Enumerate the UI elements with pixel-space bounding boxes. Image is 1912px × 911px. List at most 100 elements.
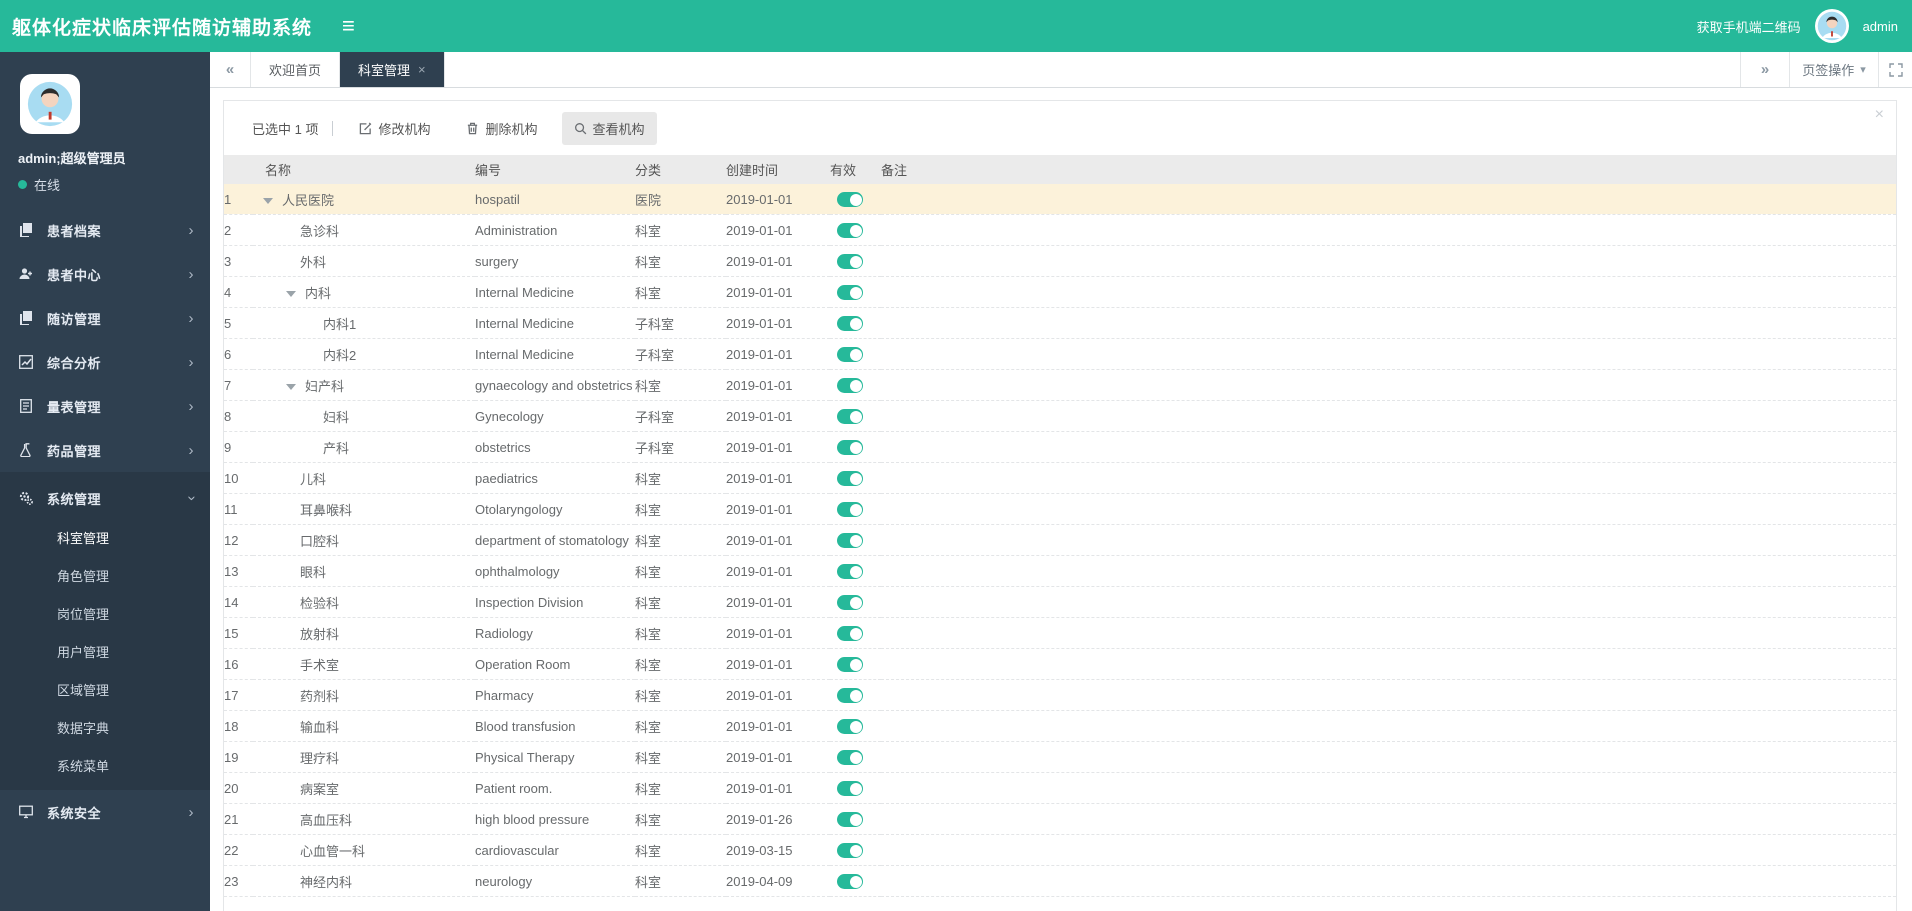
sidebar-subitem-role-mgmt[interactable]: 角色管理 bbox=[0, 556, 210, 594]
table-row[interactable]: 16 手术室 Operation Room 科室 2019-01-01 bbox=[224, 648, 1896, 680]
dept-name-cell: 眼科 bbox=[253, 555, 475, 587]
view-org-button[interactable]: 查看机构 bbox=[561, 111, 657, 145]
doctor-avatar-icon bbox=[1817, 11, 1846, 41]
tabs-scroll-right-button[interactable]: » bbox=[1740, 52, 1789, 87]
active-toggle[interactable] bbox=[837, 750, 863, 766]
table-row[interactable]: 3 外科 surgery 科室 2019-01-01 bbox=[224, 245, 1896, 277]
user-avatar[interactable] bbox=[1814, 9, 1849, 43]
table-row[interactable]: 21 高血压科 high blood pressure 科室 2019-01-26 bbox=[224, 803, 1896, 835]
table-row[interactable]: 19 理疗科 Physical Therapy 科室 2019-01-01 bbox=[224, 741, 1896, 773]
tab-operations-dropdown[interactable]: 页签操作 ▾ bbox=[1789, 52, 1878, 87]
active-toggle[interactable] bbox=[837, 316, 863, 332]
table-row[interactable]: 15 放射科 Radiology 科室 2019-01-01 bbox=[224, 617, 1896, 649]
created-date-cell: 2019-01-01 bbox=[726, 184, 830, 215]
active-toggle[interactable] bbox=[837, 812, 863, 828]
active-toggle[interactable] bbox=[837, 688, 863, 704]
table-row[interactable]: 22 心血管一科 cardiovascular 科室 2019-03-15 bbox=[224, 834, 1896, 866]
active-toggle[interactable] bbox=[837, 626, 863, 642]
sidebar-item-analysis[interactable]: 综合分析 › bbox=[0, 340, 210, 384]
tab-dept-mgmt[interactable]: 科室管理 × bbox=[340, 52, 445, 87]
active-toggle[interactable] bbox=[837, 657, 863, 673]
dept-name: 外科 bbox=[300, 254, 327, 270]
table-row[interactable]: 6 内科2 Internal Medicine 子科室 2019-01-01 bbox=[224, 338, 1896, 370]
tree-collapse-icon[interactable] bbox=[263, 198, 273, 205]
sidebar-subitem-user-mgmt[interactable]: 用户管理 bbox=[0, 632, 210, 670]
table-row[interactable]: 5 内科1 Internal Medicine 子科室 2019-01-01 bbox=[224, 307, 1896, 339]
active-toggle[interactable] bbox=[837, 192, 863, 208]
active-toggle[interactable] bbox=[837, 440, 863, 456]
sidebar-item-patient-center[interactable]: 患者中心 › bbox=[0, 252, 210, 296]
sidebar-avatar[interactable] bbox=[20, 74, 80, 134]
sidebar-item-drugs[interactable]: 药品管理 › bbox=[0, 428, 210, 472]
table-row[interactable]: 2 急诊科 Administration 科室 2019-01-01 bbox=[224, 214, 1896, 246]
active-toggle[interactable] bbox=[837, 347, 863, 363]
tree-collapse-icon[interactable] bbox=[286, 291, 296, 298]
sidebar-item-scales[interactable]: 量表管理 › bbox=[0, 384, 210, 428]
table-row[interactable]: 1 人民医院 hospatil 医院 2019-01-01 bbox=[224, 184, 1896, 215]
table-row[interactable]: 12 口腔科 department of stomatology 科室 2019-01-… bbox=[224, 524, 1896, 556]
qr-code-link[interactable]: 获取手机端二维码 bbox=[1697, 17, 1801, 36]
active-toggle[interactable] bbox=[837, 843, 863, 859]
table-row[interactable]: 8 妇科 Gynecology 子科室 2019-01-01 bbox=[224, 400, 1896, 432]
table-row[interactable]: 18 输血科 Blood transfusion 科室 2019-01-01 bbox=[224, 710, 1896, 742]
sidebar-item-system-security[interactable]: 系统安全 › bbox=[0, 790, 210, 834]
row-number: 4 bbox=[224, 276, 253, 308]
row-number: 13 bbox=[224, 555, 253, 587]
note-cell bbox=[881, 431, 1896, 463]
table-row[interactable]: 7 妇产科 gynaecology and obstetrics 科室 2019-01-… bbox=[224, 369, 1896, 401]
active-toggle[interactable] bbox=[837, 874, 863, 890]
table-row[interactable]: 23 神经内科 neurology 科室 2019-04-09 bbox=[224, 865, 1896, 897]
col-rownum bbox=[224, 155, 253, 184]
table-row[interactable]: 20 病案室 Patient room. 科室 2019-01-01 bbox=[224, 772, 1896, 804]
sidebar-subitem-system-menu[interactable]: 系统菜单 bbox=[0, 746, 210, 784]
sidebar-subitem-data-dict[interactable]: 数据字典 bbox=[0, 708, 210, 746]
panel-close-icon[interactable]: × bbox=[1875, 107, 1884, 123]
tabs-scroll-left-button[interactable]: « bbox=[210, 52, 251, 87]
tree-collapse-icon[interactable] bbox=[286, 384, 296, 391]
tab-welcome[interactable]: 欢迎首页 bbox=[251, 52, 341, 87]
sidebar-user-name: admin;超级管理员 bbox=[18, 151, 126, 166]
active-toggle[interactable] bbox=[837, 471, 863, 487]
table-row[interactable]: 11 耳鼻喉科 Otolaryngology 科室 2019-01-01 bbox=[224, 493, 1896, 525]
sidebar-subitem-dept-mgmt[interactable]: 科室管理 bbox=[0, 518, 210, 556]
table-row[interactable]: 10 儿科 paediatrics 科室 2019-01-01 bbox=[224, 462, 1896, 494]
active-cell bbox=[830, 245, 881, 277]
active-toggle[interactable] bbox=[837, 502, 863, 518]
active-toggle[interactable] bbox=[837, 533, 863, 549]
dept-name-cell: 内科 bbox=[253, 276, 475, 308]
active-toggle[interactable] bbox=[837, 719, 863, 735]
active-toggle[interactable] bbox=[837, 285, 863, 301]
table-row[interactable]: 9 产科 obstetrics 子科室 2019-01-01 bbox=[224, 431, 1896, 463]
sidebar-item-followup[interactable]: 随访管理 › bbox=[0, 296, 210, 340]
sidebar-subitem-region-mgmt[interactable]: 区域管理 bbox=[0, 670, 210, 708]
table-row[interactable]: 14 检验科 Inspection Division 科室 2019-01-01 bbox=[224, 586, 1896, 618]
header-username[interactable]: admin bbox=[1863, 19, 1898, 34]
row-number: 1 bbox=[224, 184, 253, 215]
created-date-cell: 2019-01-01 bbox=[726, 524, 830, 556]
active-toggle[interactable] bbox=[837, 595, 863, 611]
subitem-label: 科室管理 bbox=[57, 530, 110, 546]
active-toggle[interactable] bbox=[837, 254, 863, 270]
active-toggle[interactable] bbox=[837, 564, 863, 580]
col-created: 创建时间 bbox=[726, 155, 830, 184]
created-date-cell: 2019-01-01 bbox=[726, 679, 830, 711]
active-toggle[interactable] bbox=[837, 378, 863, 394]
table-row[interactable]: 4 内科 Internal Medicine 科室 2019-01-01 bbox=[224, 276, 1896, 308]
dept-category-cell: 科室 bbox=[635, 648, 726, 680]
active-toggle[interactable] bbox=[837, 223, 863, 239]
fullscreen-button[interactable] bbox=[1878, 52, 1912, 87]
table-row[interactable]: 13 眼科 ophthalmology 科室 2019-01-01 bbox=[224, 555, 1896, 587]
created-date-cell: 2019-01-01 bbox=[726, 648, 830, 680]
active-toggle[interactable] bbox=[837, 409, 863, 425]
edit-org-button[interactable]: 修改机构 bbox=[347, 112, 442, 145]
sidebar-item-system-mgmt[interactable]: 系统管理 › bbox=[0, 478, 210, 518]
delete-org-button[interactable]: 删除机构 bbox=[454, 112, 549, 145]
row-number: 8 bbox=[224, 400, 253, 432]
sidebar-subitem-post-mgmt[interactable]: 岗位管理 bbox=[0, 594, 210, 632]
active-toggle[interactable] bbox=[837, 781, 863, 797]
sidebar-item-patient-files[interactable]: 患者档案 › bbox=[0, 208, 210, 252]
table-row[interactable]: 17 药剂科 Pharmacy 科室 2019-01-01 bbox=[224, 679, 1896, 711]
tab-close-icon[interactable]: × bbox=[418, 62, 426, 77]
hamburger-menu-icon[interactable]: ≡ bbox=[342, 15, 355, 37]
sidebar-item-label: 系统安全 bbox=[47, 805, 102, 821]
